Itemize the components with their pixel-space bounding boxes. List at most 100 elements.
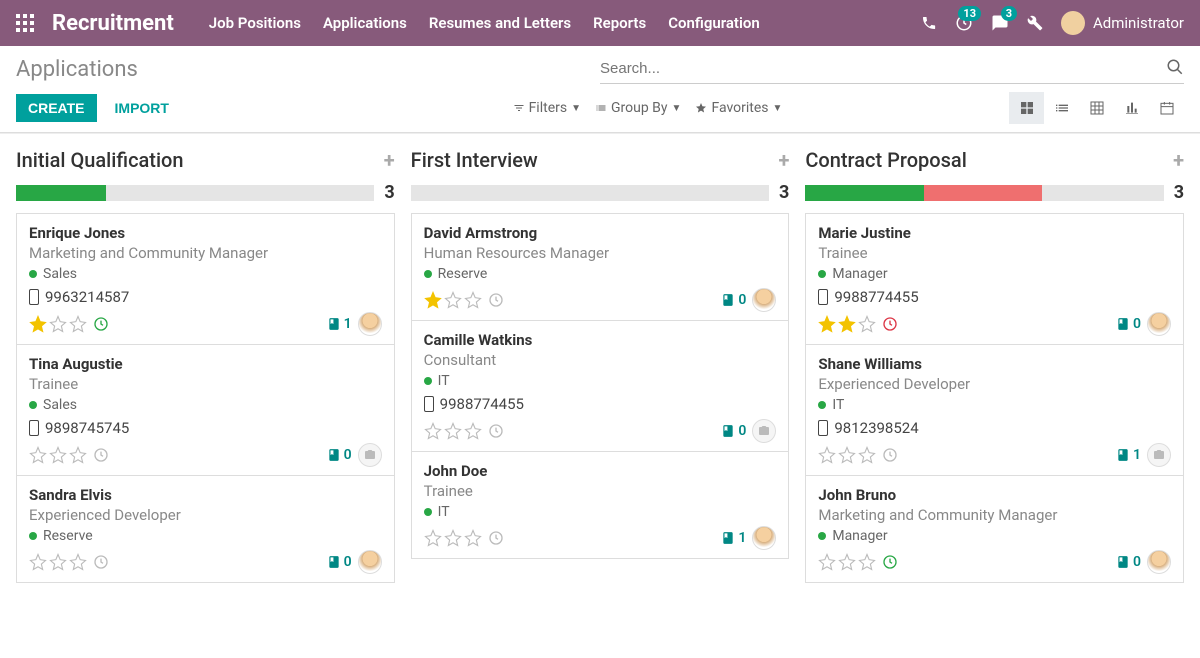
top-navbar: Recruitment Job Positions Applications R… (0, 0, 1200, 46)
priority-stars[interactable] (818, 315, 898, 333)
kanban-card[interactable]: John Bruno Marketing and Community Manag… (805, 475, 1184, 583)
card-name: Camille Watkins (424, 331, 777, 349)
card-footer: 0 (29, 550, 382, 574)
card-name: Sandra Elvis (29, 486, 382, 504)
debug-icon[interactable] (1027, 15, 1043, 31)
card-subtitle: Trainee (424, 482, 777, 500)
kanban-card[interactable]: John Doe Trainee IT 1 (411, 451, 790, 559)
activity-icon[interactable]: 13 (955, 14, 973, 32)
priority-stars[interactable] (424, 529, 504, 547)
filters-dropdown[interactable]: Filters▼ (513, 100, 581, 116)
kanban-board: Initial Qualification + 3 Enrique Jones … (0, 133, 1200, 590)
phone-icon[interactable] (921, 15, 937, 31)
nav-reports[interactable]: Reports (593, 14, 646, 32)
attachment-count[interactable]: 1 (327, 316, 352, 332)
search-input[interactable] (600, 54, 1166, 83)
card-phone: 9988774455 (818, 288, 1171, 306)
column-title[interactable]: First Interview (411, 148, 538, 172)
attachment-count[interactable]: 0 (721, 423, 746, 439)
card-tag: IT (424, 373, 777, 389)
view-switcher (1009, 92, 1184, 124)
column-count: 3 (384, 182, 394, 203)
kanban-card[interactable]: David Armstrong Human Resources Manager … (411, 213, 790, 321)
search-box[interactable] (600, 54, 1184, 84)
column-progress[interactable] (411, 185, 769, 201)
nav-menu: Job Positions Applications Resumes and L… (209, 14, 921, 32)
column-add-button[interactable]: + (1173, 148, 1184, 172)
kanban-card[interactable]: Shane Williams Experienced Developer IT … (805, 344, 1184, 476)
import-button[interactable]: IMPORT (115, 100, 169, 116)
tag-dot (29, 401, 37, 409)
pivot-view-button[interactable] (1079, 92, 1114, 124)
kanban-view-button[interactable] (1009, 92, 1044, 124)
tag-dot (818, 270, 826, 278)
card-phone: 9988774455 (424, 395, 777, 413)
assignee-avatar[interactable] (358, 550, 382, 574)
nav-applications[interactable]: Applications (323, 14, 407, 32)
calendar-view-button[interactable] (1149, 92, 1184, 124)
tag-dot (424, 377, 432, 385)
attachment-count[interactable]: 0 (327, 554, 352, 570)
apps-icon[interactable] (16, 14, 34, 32)
kanban-column: Contract Proposal + 3 Marie Justine Trai… (805, 142, 1184, 582)
kanban-card[interactable]: Sandra Elvis Experienced Developer Reser… (16, 475, 395, 583)
attachment-count[interactable]: 1 (1116, 447, 1141, 463)
groupby-dropdown[interactable]: Group By▼ (595, 100, 681, 116)
graph-view-button[interactable] (1114, 92, 1149, 124)
assignee-avatar[interactable] (1147, 312, 1171, 336)
kanban-card[interactable]: Tina Augustie Trainee Sales 9898745745 0 (16, 344, 395, 476)
assignee-avatar[interactable] (1147, 550, 1171, 574)
column-add-button[interactable]: + (778, 148, 789, 172)
assignee-avatar[interactable] (752, 526, 776, 550)
kanban-card[interactable]: Enrique Jones Marketing and Community Ma… (16, 213, 395, 345)
create-button[interactable]: CREATE (16, 94, 97, 122)
card-footer: 1 (818, 443, 1171, 467)
card-subtitle: Consultant (424, 351, 777, 369)
column-title[interactable]: Contract Proposal (805, 148, 966, 172)
card-footer: 1 (424, 526, 777, 550)
priority-stars[interactable] (818, 446, 898, 464)
nav-job-positions[interactable]: Job Positions (209, 14, 301, 32)
user-menu[interactable]: Administrator (1061, 11, 1184, 35)
mobile-icon (29, 289, 39, 305)
assignee-placeholder[interactable] (358, 443, 382, 467)
card-tag: Sales (29, 397, 382, 413)
breadcrumb: Applications (16, 57, 600, 82)
favorites-dropdown[interactable]: Favorites▼ (695, 100, 782, 116)
assignee-avatar[interactable] (752, 288, 776, 312)
card-subtitle: Marketing and Community Manager (29, 244, 382, 262)
list-view-button[interactable] (1044, 92, 1079, 124)
column-add-button[interactable]: + (384, 148, 395, 172)
assignee-placeholder[interactable] (752, 419, 776, 443)
attachment-count[interactable]: 1 (721, 530, 746, 546)
assignee-avatar[interactable] (358, 312, 382, 336)
priority-stars[interactable] (29, 553, 109, 571)
activity-badge: 13 (958, 6, 981, 21)
attachment-count[interactable]: 0 (1116, 554, 1141, 570)
kanban-card[interactable]: Marie Justine Trainee Manager 9988774455… (805, 213, 1184, 345)
assignee-placeholder[interactable] (1147, 443, 1171, 467)
card-tag: Sales (29, 266, 382, 282)
nav-configuration[interactable]: Configuration (668, 14, 760, 32)
attachment-count[interactable]: 0 (327, 447, 352, 463)
card-tag: Reserve (29, 528, 382, 544)
priority-stars[interactable] (29, 315, 109, 333)
column-count: 3 (779, 182, 789, 203)
priority-stars[interactable] (29, 446, 109, 464)
app-brand[interactable]: Recruitment (52, 11, 174, 36)
priority-stars[interactable] (424, 291, 504, 309)
column-title[interactable]: Initial Qualification (16, 148, 184, 172)
priority-stars[interactable] (818, 553, 898, 571)
attachment-count[interactable]: 0 (721, 292, 746, 308)
messages-icon[interactable]: 3 (991, 14, 1009, 32)
card-name: Shane Williams (818, 355, 1171, 373)
column-count: 3 (1174, 182, 1184, 203)
priority-stars[interactable] (424, 422, 504, 440)
column-progress[interactable] (16, 185, 374, 201)
attachment-count[interactable]: 0 (1116, 316, 1141, 332)
kanban-card[interactable]: Camille Watkins Consultant IT 9988774455… (411, 320, 790, 452)
card-footer: 0 (424, 288, 777, 312)
nav-resumes-letters[interactable]: Resumes and Letters (429, 14, 571, 32)
search-icon[interactable] (1166, 58, 1184, 80)
column-progress[interactable] (805, 185, 1163, 201)
